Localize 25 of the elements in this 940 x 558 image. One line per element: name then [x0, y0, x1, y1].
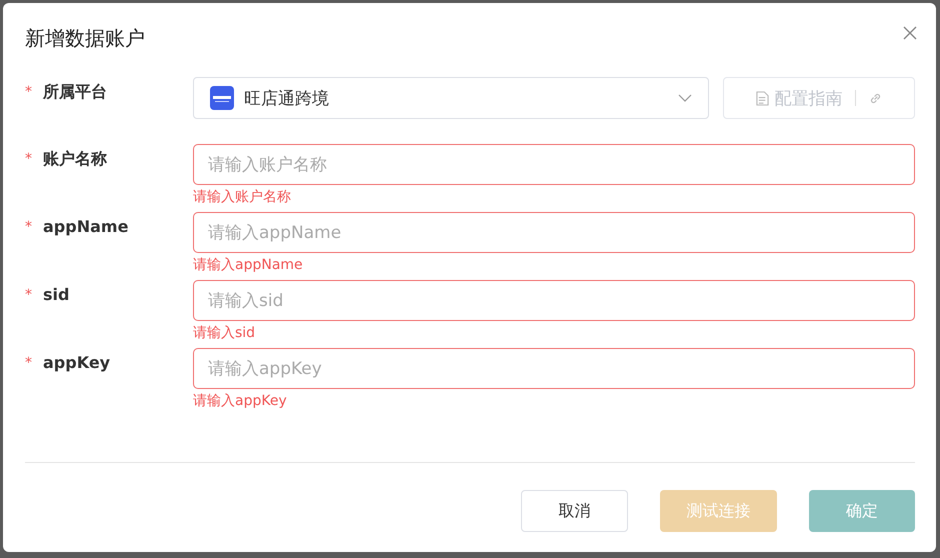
error-message: 请输入appName — [193, 256, 304, 274]
required-mark: * — [25, 354, 33, 371]
field-label: appName — [43, 217, 128, 236]
field-label: 所属平台 — [43, 82, 107, 103]
dialog-title: 新增数据账户 — [25, 25, 145, 52]
required-mark: * — [25, 286, 33, 303]
field-label: 账户名称 — [43, 149, 107, 170]
error-message: 请输入sid — [193, 324, 256, 342]
field-label: sid — [43, 285, 70, 304]
document-icon — [756, 90, 768, 106]
input-field[interactable]: 请输入账户名称 — [193, 144, 915, 185]
caret-icon — [678, 94, 692, 102]
required-mark: * — [25, 218, 33, 235]
platform-logo-icon — [210, 86, 234, 110]
close-icon[interactable] — [903, 26, 917, 40]
input-field[interactable]: 请输入appName — [193, 212, 915, 253]
required-mark: * — [25, 150, 33, 167]
error-message: 请输入appKey — [193, 392, 288, 410]
required-mark: * — [25, 83, 33, 100]
input-field[interactable]: 请输入sid — [193, 280, 915, 321]
platform-select[interactable]: 旺店通跨境 — [193, 77, 709, 119]
field-label: appKey — [43, 353, 110, 372]
input-field[interactable]: 请输入appKey — [193, 348, 915, 389]
error-message: 请输入账户名称 — [193, 188, 292, 206]
cancel-button[interactable]: 取消 — [521, 490, 628, 532]
